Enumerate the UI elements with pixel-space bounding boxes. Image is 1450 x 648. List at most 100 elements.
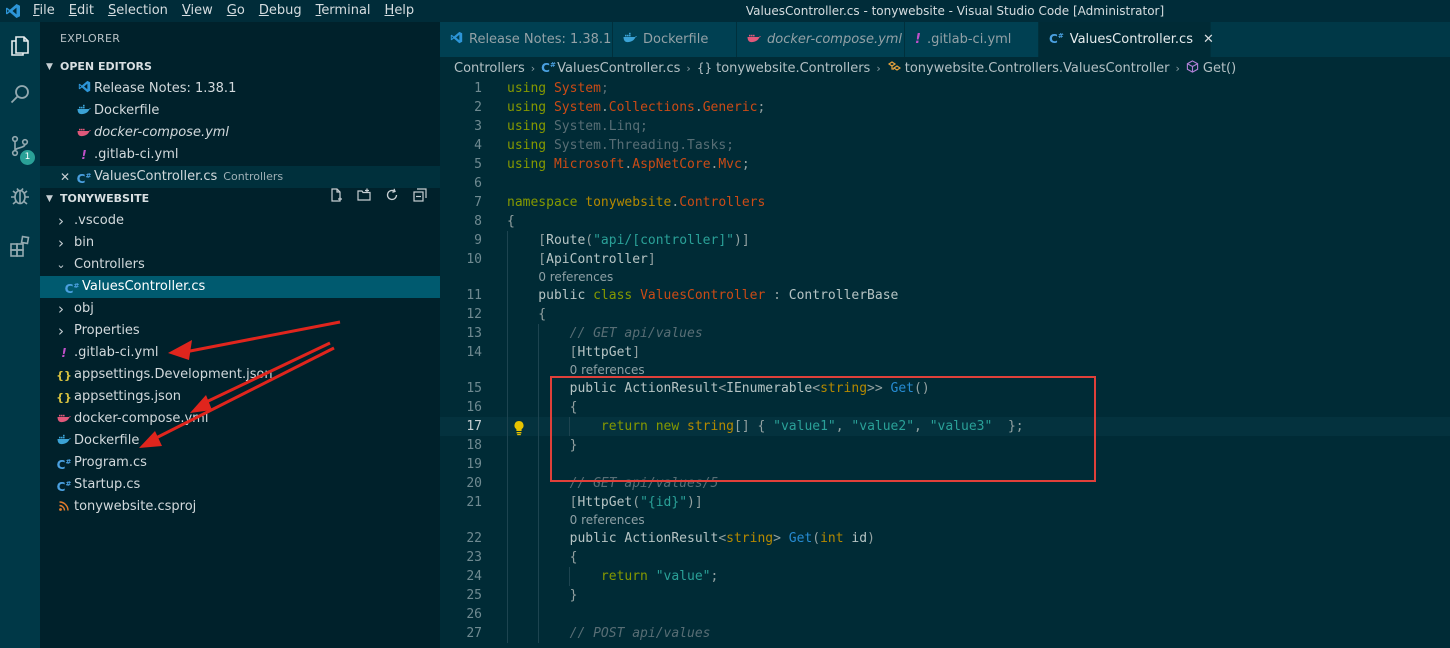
code-token: ControllerBase	[788, 288, 899, 303]
collapse-all-icon[interactable]	[406, 188, 434, 210]
code-token: (	[632, 495, 641, 510]
open-editor-item[interactable]: Release Notes: 1.38.1	[40, 78, 440, 100]
code-token: string	[726, 531, 774, 546]
file-tree-item[interactable]: ⌄ Controllers	[40, 254, 440, 276]
codelens-references[interactable]: 0 references	[570, 512, 645, 529]
file-tree-item[interactable]: › bin	[40, 232, 440, 254]
file-tree-label: .vscode	[74, 213, 124, 228]
project-header[interactable]: ▼ TONYWEBSITE	[40, 188, 440, 210]
close-icon[interactable]: ✕	[58, 166, 72, 188]
open-editor-item[interactable]: Dockerfile	[40, 100, 440, 122]
file-tree-item[interactable]: C# ValuesController.cs	[40, 276, 440, 298]
code-line: 24 return "value";	[440, 567, 1450, 586]
code-text: [ApiController]	[507, 250, 655, 269]
explorer-icon[interactable]	[0, 24, 40, 68]
line-number: 25	[466, 588, 482, 603]
file-tree-item[interactable]: tonywebsite.csproj	[40, 496, 440, 518]
codelens-references[interactable]: 0 references	[570, 362, 645, 379]
open-editor-item[interactable]: ✕ C# ValuesController.cs Controllers	[40, 166, 440, 188]
refresh-icon[interactable]	[378, 188, 406, 210]
code-line: 26	[440, 605, 1450, 624]
code-token: using	[507, 81, 554, 96]
code-line: 12 {	[440, 305, 1450, 324]
menu-view[interactable]: View	[175, 0, 220, 22]
file-tree-item[interactable]: C# Program.cs	[40, 452, 440, 474]
menu-edit[interactable]: Edit	[62, 0, 101, 22]
tab-valuescontroller-cs[interactable]: C# ValuesController.cs ✕	[1039, 22, 1214, 57]
code-line: 1 using System;	[440, 79, 1450, 98]
menu-debug[interactable]: Debug	[252, 0, 309, 22]
breadcrumb-item[interactable]: Get()	[1186, 60, 1236, 76]
file-tree-item[interactable]: Dockerfile	[40, 430, 440, 452]
breadcrumb-item[interactable]: Controllers	[454, 61, 525, 76]
file-tree-item[interactable]: {} appsettings.Development.json	[40, 364, 440, 386]
code-token: AspNetCore	[632, 157, 711, 172]
code-token: ApiController	[546, 252, 648, 267]
file-tree-item[interactable]: ! .gitlab-ci.yml	[40, 342, 440, 364]
menu-selection[interactable]: Selection	[101, 0, 175, 22]
file-tree-label: Startup.cs	[74, 477, 141, 492]
breadcrumb-item[interactable]: {} tonywebsite.Controllers	[697, 61, 870, 76]
file-tree-item[interactable]: C# Startup.cs	[40, 474, 440, 496]
tab--gitlab-ci-yml[interactable]: ! .gitlab-ci.yml	[905, 22, 1039, 57]
open-editors-label: OPEN EDITORS	[60, 60, 152, 73]
file-tree-item[interactable]: {} appsettings.json	[40, 386, 440, 408]
tab-release-notes-1-38-1[interactable]: Release Notes: 1.38.1	[440, 22, 613, 57]
lightbulb-icon[interactable]	[513, 420, 525, 436]
tab-docker-compose-yml[interactable]: docker-compose.yml	[737, 22, 905, 57]
open-editors-header[interactable]: ▼ OPEN EDITORS	[40, 56, 440, 78]
breadcrumb-label: Controllers	[454, 60, 525, 76]
breadcrumb-item[interactable]: C# ValuesController.cs	[541, 61, 680, 76]
file-tree-item[interactable]: › .vscode	[40, 210, 440, 232]
line-number: 20	[466, 476, 482, 491]
json-icon: {}	[56, 390, 72, 404]
code-token: new	[655, 419, 688, 434]
code-token: HttpGet	[577, 495, 633, 510]
explorer-title: EXPLORER	[60, 32, 121, 45]
code-token: }	[507, 438, 578, 453]
code-line: 11 public class ValuesController : Contr…	[440, 286, 1450, 305]
new-file-icon[interactable]	[322, 188, 350, 210]
menu-terminal[interactable]: Terminal	[309, 0, 378, 22]
new-folder-icon[interactable]	[350, 188, 378, 210]
open-editor-description: Controllers	[223, 170, 284, 183]
indent-guide	[538, 324, 539, 643]
tab-dockerfile[interactable]: Dockerfile	[613, 22, 737, 57]
breadcrumb-item[interactable]: tonywebsite.Controllers.ValuesController	[887, 61, 1169, 76]
line-number: 24	[466, 569, 482, 584]
file-tree-label: .gitlab-ci.yml	[74, 345, 159, 360]
line-number: 7	[474, 195, 482, 210]
code-editor[interactable]: 1 using System; 2 using System.Collections.…	[440, 79, 1450, 648]
file-tree-item[interactable]: › obj	[40, 298, 440, 320]
close-icon[interactable]: ✕	[1203, 32, 1214, 47]
editor-tabs: Release Notes: 1.38.1 Dockerfile docker-co…	[440, 22, 1450, 57]
open-editor-item[interactable]: docker-compose.yml	[40, 122, 440, 144]
menu-help[interactable]: Help	[378, 0, 422, 22]
namespace-icon: {}	[696, 61, 713, 75]
file-tree-item[interactable]: › Properties	[40, 320, 440, 342]
code-token: using	[507, 119, 554, 134]
code-token: HttpGet	[577, 345, 633, 360]
csharp-icon: C#	[56, 479, 72, 494]
code-line: 5 using Microsoft.AspNetCore.Mvc;	[440, 155, 1450, 174]
code-text: public ActionResult<IEnumerable<string>>…	[507, 379, 930, 398]
source-control-icon[interactable]: 1	[0, 124, 40, 168]
yaml-icon: !	[61, 346, 67, 360]
code-token: (	[812, 531, 821, 546]
code-token: ,	[914, 419, 930, 434]
debug-icon[interactable]	[0, 174, 40, 218]
extensions-icon[interactable]	[0, 224, 40, 268]
menu-file[interactable]: File	[26, 0, 62, 22]
open-editor-label: Release Notes: 1.38.1	[94, 81, 237, 96]
code-line: 13 // GET api/values	[440, 324, 1450, 343]
codelens-references[interactable]: 0 references	[538, 269, 613, 286]
file-tree-item[interactable]: docker-compose.yml	[40, 408, 440, 430]
tab-label: docker-compose.yml	[767, 32, 903, 47]
docker-compose-icon	[54, 408, 74, 430]
open-editor-item[interactable]: ! .gitlab-ci.yml	[40, 144, 440, 166]
line-number: 26	[466, 607, 482, 622]
line-number: 21	[466, 495, 482, 510]
code-text: {	[507, 398, 578, 417]
menu-go[interactable]: Go	[220, 0, 252, 22]
search-icon[interactable]	[0, 72, 40, 116]
